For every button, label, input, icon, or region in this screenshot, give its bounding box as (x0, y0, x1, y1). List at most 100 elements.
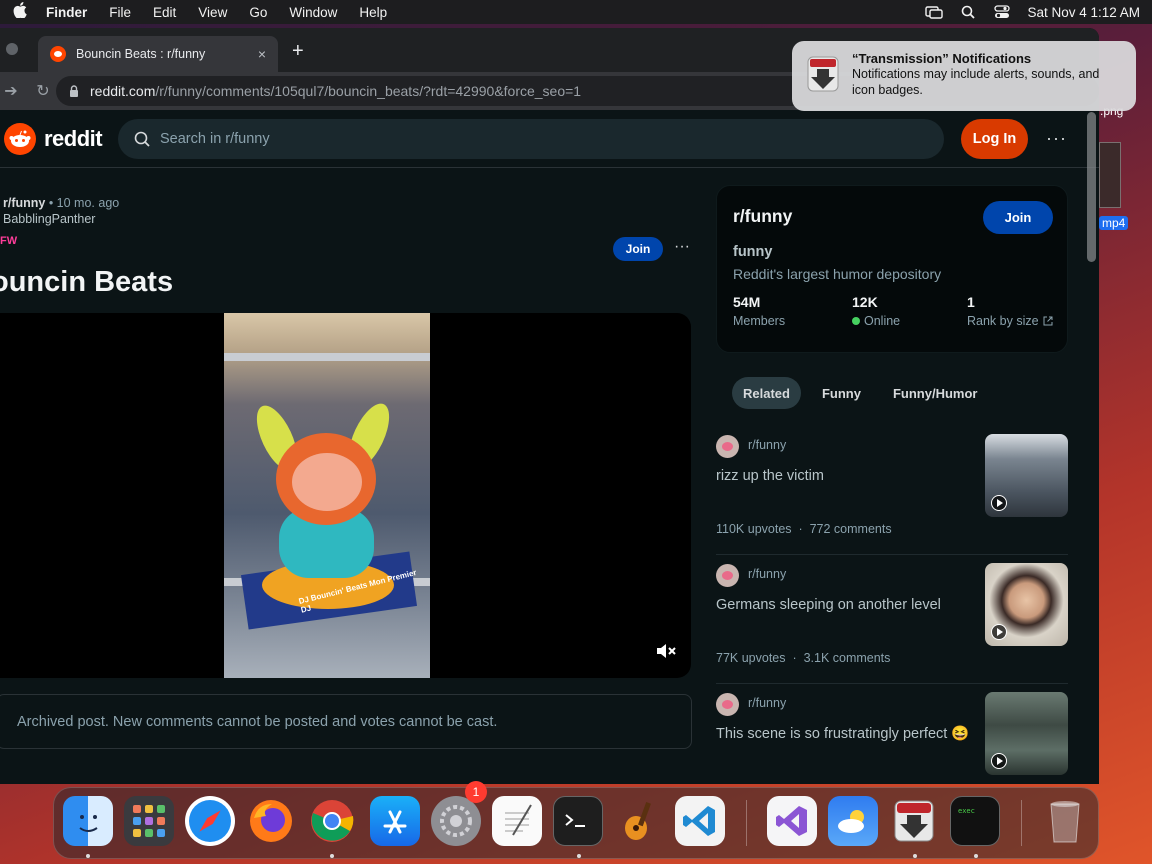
terminal-icon[interactable] (553, 796, 603, 846)
transmission-icon[interactable] (889, 796, 939, 846)
related-title[interactable]: This scene is so frustratingly perfect 😆 (716, 724, 971, 744)
chip-related[interactable]: Related (732, 377, 801, 409)
desktop-file-thumbnail[interactable] (1099, 142, 1121, 208)
video-player[interactable]: DJ Bouncin' Beats Mon Premier DJ (0, 313, 691, 678)
menu-help[interactable]: Help (359, 5, 387, 20)
chip-funny-humor[interactable]: Funny/Humor (882, 377, 989, 409)
related-subreddit[interactable]: r/funny (748, 438, 786, 452)
app-store-icon[interactable] (370, 796, 420, 846)
menu-window[interactable]: Window (289, 5, 337, 20)
toy-face (292, 453, 362, 511)
search-input[interactable]: Search in r/funny (118, 119, 944, 159)
notification-banner[interactable]: “Transmission” Notifications Notificatio… (792, 41, 1136, 111)
list-item[interactable]: r/funny Germans sleeping on another leve… (716, 555, 1068, 684)
notification-badge: 1 (465, 781, 487, 803)
mute-icon[interactable] (655, 641, 677, 666)
login-button[interactable]: Log In (961, 119, 1028, 159)
chip-funny[interactable]: Funny (811, 377, 872, 409)
related-comments: 3.1K comments (803, 651, 891, 665)
stat-label: Members (733, 314, 786, 328)
vscode-icon[interactable] (675, 796, 725, 846)
firefox-icon[interactable] (246, 796, 296, 846)
related-subreddit[interactable]: r/funny (748, 696, 786, 710)
lock-icon (70, 85, 78, 97)
page-scrollbar[interactable] (1087, 112, 1096, 262)
subreddit-card: r/funny Join funny Reddit's largest humo… (716, 185, 1068, 353)
stat-value: 1 (967, 294, 975, 310)
related-subreddit[interactable]: r/funny (748, 567, 786, 581)
window-control[interactable] (6, 43, 18, 55)
stat-value: 54M (733, 294, 761, 310)
svg-text:exec: exec (958, 807, 975, 815)
related-thumbnail[interactable] (985, 692, 1068, 775)
menubar: Finder File Edit View Go Window Help Sat… (0, 0, 1152, 24)
menu-go[interactable]: Go (249, 5, 267, 20)
stat-members: 54M Members (733, 294, 785, 328)
visual-studio-icon[interactable] (767, 796, 817, 846)
reddit-logo[interactable]: reddit (4, 123, 103, 155)
screen-mirroring-icon[interactable] (925, 5, 944, 19)
control-center-icon[interactable] (993, 5, 1011, 19)
post-join-button[interactable]: Join (613, 237, 663, 261)
spotlight-search-icon[interactable] (959, 5, 977, 19)
stat-label[interactable]: Rank by size (967, 314, 1039, 328)
garageband-icon[interactable] (614, 796, 664, 846)
list-item[interactable]: r/funny This scene is so frustratingly p… (716, 684, 1068, 784)
related-upvotes: 110K upvotes (716, 522, 792, 536)
search-placeholder: Search in r/funny (160, 131, 270, 147)
avatar (716, 435, 739, 458)
video-frame: DJ Bouncin' Beats Mon Premier DJ (224, 313, 430, 678)
sidebar-subreddit-name[interactable]: r/funny (733, 206, 792, 227)
header-more-icon[interactable]: ··· (1046, 128, 1067, 149)
reload-icon[interactable]: ↻ (32, 81, 54, 101)
post: r/funny • 10 mo. ago BabblingPanther FW … (0, 172, 700, 784)
related-title[interactable]: Germans sleeping on another level (716, 595, 971, 615)
menu-finder[interactable]: Finder (46, 5, 87, 20)
new-tab-button[interactable]: + (292, 40, 304, 63)
apple-icon[interactable] (12, 2, 28, 22)
url-host: reddit.com (90, 83, 156, 99)
stat-value: 12K (852, 294, 878, 310)
snoo-icon (4, 123, 36, 155)
related-stats: 77K upvotes · 3.1K comments (716, 651, 891, 665)
related-thumbnail[interactable] (985, 434, 1068, 517)
menu-file[interactable]: File (109, 5, 131, 20)
related-title[interactable]: rizz up the victim (716, 466, 971, 486)
menu-edit[interactable]: Edit (153, 5, 176, 20)
menubar-clock[interactable]: Sat Nov 4 1:12 AM (1027, 5, 1140, 20)
system-settings-icon[interactable] (431, 796, 481, 846)
online-dot-icon (852, 317, 860, 325)
finder-icon[interactable] (63, 796, 113, 846)
weather-icon[interactable] (828, 796, 878, 846)
post-more-icon[interactable]: ··· (674, 238, 690, 256)
tab-title: Bouncin Beats : r/funny (76, 47, 206, 61)
safari-icon[interactable] (185, 796, 235, 846)
search-icon (134, 131, 150, 147)
related-comments: 772 comments (809, 522, 892, 536)
launchpad-icon[interactable] (124, 796, 174, 846)
exec-icon[interactable]: exec (950, 796, 1000, 846)
post-author[interactable]: BabblingPanther (3, 212, 95, 226)
archived-text: Archived post. New comments cannot be po… (17, 713, 498, 730)
textedit-icon[interactable] (492, 796, 542, 846)
dock-separator (746, 800, 747, 846)
post-subreddit-link[interactable]: r/funny (3, 196, 45, 210)
running-indicator (330, 854, 334, 858)
forward-icon[interactable]: ➔ (0, 81, 22, 101)
trash-icon[interactable] (1040, 796, 1090, 846)
tab-close-button[interactable]: × (258, 46, 266, 62)
related-list: r/funny rizz up the victim 110K upvotes … (716, 426, 1068, 784)
related-upvotes: 77K upvotes (716, 651, 786, 665)
notification-body: Notifications may include alerts, sounds… (852, 67, 1100, 98)
related-thumbnail[interactable] (985, 563, 1068, 646)
menu-view[interactable]: View (198, 5, 227, 20)
desktop-file-label-selected[interactable]: mp4 (1099, 216, 1129, 230)
sidebar-join-button[interactable]: Join (983, 201, 1053, 234)
tab-bouncin-beats[interactable]: Bouncin Beats : r/funny × (38, 36, 278, 72)
list-item[interactable]: r/funny rizz up the victim 110K upvotes … (716, 426, 1068, 555)
play-icon (991, 753, 1007, 769)
running-indicator (577, 854, 581, 858)
chrome-icon[interactable] (307, 796, 357, 846)
running-indicator (86, 854, 90, 858)
stat-rank: 1 Rank by size (967, 294, 1053, 328)
